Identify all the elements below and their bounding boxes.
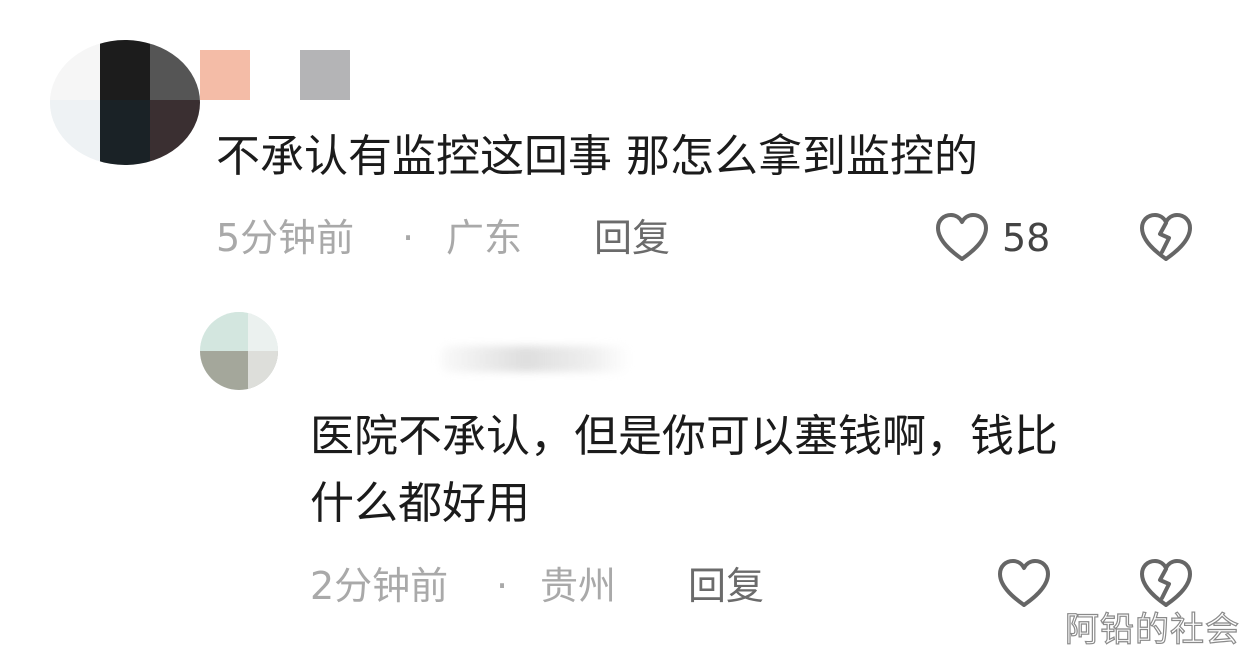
reply-text-line2: 什么都好用 (310, 478, 530, 529)
heart-outline-icon[interactable] (996, 558, 1052, 610)
username-blurred[interactable] (440, 346, 630, 372)
broken-heart-icon[interactable] (1138, 558, 1194, 610)
username-mosaic[interactable] (200, 50, 250, 100)
broken-heart-icon[interactable] (1138, 212, 1194, 264)
meta-separator: · (402, 216, 415, 260)
comment-text: 不承认有监控这回事 那怎么拿到监控的 (216, 131, 978, 182)
comment-location: 广东 (446, 216, 523, 260)
watermark: 阿铅的社会 (1064, 609, 1240, 650)
heart-outline-icon[interactable] (934, 212, 990, 264)
reply-text-line1: 医院不承认，但是你可以塞钱啊，钱比 (310, 411, 1058, 462)
comment-time: 5分钟前 (216, 216, 355, 260)
reply-button[interactable]: 回复 (594, 214, 670, 262)
like-count: 58 (1002, 216, 1051, 260)
username-mosaic[interactable] (300, 50, 350, 100)
meta-separator: · (496, 564, 509, 608)
replier-avatar[interactable] (200, 312, 278, 390)
comment-time: 2分钟前 (310, 564, 449, 608)
reply-button[interactable]: 回复 (688, 562, 764, 610)
comment-location: 贵州 (540, 564, 617, 608)
commenter-avatar[interactable] (50, 40, 200, 165)
